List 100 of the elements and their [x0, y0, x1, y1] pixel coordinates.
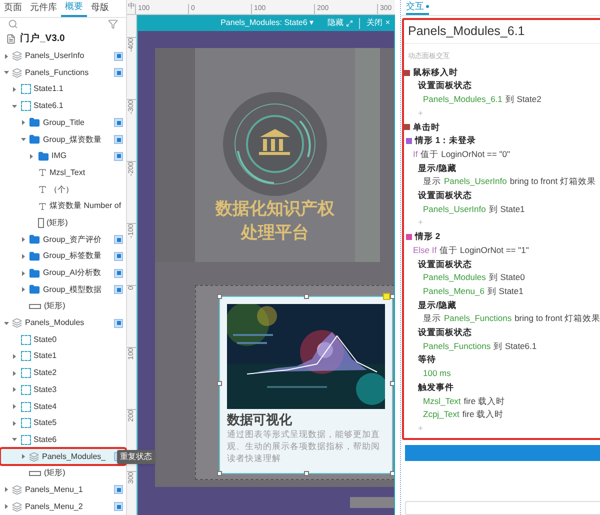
- caret-right-icon[interactable]: [20, 254, 26, 259]
- event-name[interactable]: 单击时: [413, 120, 440, 134]
- resize-handle[interactable]: [217, 294, 222, 299]
- tree-item[interactable]: State6: [0, 432, 126, 448]
- action-text: 到 State6.1: [494, 340, 537, 353]
- caret-right-icon[interactable]: [12, 86, 17, 92]
- resize-handle[interactable]: [390, 294, 394, 299]
- item-label: Group_AI分析数: [43, 267, 102, 280]
- resize-handle[interactable]: [390, 471, 394, 476]
- action-text: 值于 LoginOrNot == "0": [420, 148, 510, 161]
- condition-keyword: If: [413, 148, 418, 161]
- caret-down-icon[interactable]: [12, 104, 17, 109]
- tree-item[interactable]: Group_标签数量: [0, 248, 126, 265]
- event-name[interactable]: 鼠标移入时: [413, 66, 458, 80]
- item-label: State1: [34, 350, 57, 362]
- tree-item[interactable]: State2: [0, 364, 126, 382]
- tree-item[interactable]: Panels_UserInfo: [0, 48, 126, 64]
- item-label: (矩形): [46, 216, 68, 229]
- caret-right-icon[interactable]: [12, 370, 17, 376]
- caret-right-icon[interactable]: [12, 404, 17, 410]
- tree-item[interactable]: Group_资产评价: [0, 231, 126, 248]
- widget-name: Panels_Modules_6.1: [408, 24, 525, 38]
- tree-item[interactable]: Panels_Menu_1: [0, 482, 126, 498]
- filter-icon[interactable]: [108, 19, 118, 30]
- action-text: fire 载入时: [464, 394, 505, 408]
- panel-tab[interactable]: 页面: [0, 0, 26, 17]
- panel-tab[interactable]: 概要: [61, 0, 87, 17]
- input-field[interactable]: [405, 501, 600, 515]
- case-name[interactable]: 情形 1：未登录: [415, 134, 476, 148]
- target-name: Panels_Modules: [423, 271, 486, 284]
- item-label: State1.1: [34, 83, 64, 96]
- tree-item[interactable]: State6.1: [0, 98, 126, 114]
- tree-item[interactable]: State0: [0, 331, 126, 348]
- tree-item[interactable]: Group_AI分析数: [0, 264, 126, 282]
- tree-item[interactable]: (矩形): [0, 298, 126, 315]
- resize-handle[interactable]: [304, 471, 309, 476]
- action-title[interactable]: 显示/隐藏: [418, 162, 600, 176]
- tree-item[interactable]: IMG: [0, 148, 126, 165]
- item-label: （个）: [50, 184, 74, 196]
- resize-handle[interactable]: [217, 471, 222, 476]
- caret-right-icon[interactable]: [12, 420, 17, 426]
- tree-item[interactable]: Panels_Menu_2: [0, 498, 126, 515]
- tree-item[interactable]: State1: [0, 348, 126, 365]
- action-text: 到 State2: [505, 93, 542, 106]
- action-title[interactable]: 等待: [418, 353, 600, 368]
- action-bar[interactable]: [405, 444, 600, 462]
- caret-right-icon[interactable]: [12, 387, 17, 392]
- tree-item[interactable]: Panels_Functions: [0, 64, 126, 82]
- case-name[interactable]: 情形 2: [415, 230, 440, 244]
- caret-down-icon[interactable]: [4, 320, 8, 326]
- tree-item[interactable]: Group_模型数据: [0, 281, 126, 298]
- caret-right-icon[interactable]: [4, 487, 8, 492]
- dashed-square-icon: [20, 402, 30, 412]
- interaction-tab[interactable]: 交互: [406, 0, 429, 15]
- layers-icon: [12, 51, 22, 62]
- action-title[interactable]: 显示/隐藏: [418, 298, 600, 312]
- action-title[interactable]: 设置面板状态: [418, 326, 600, 340]
- caret-down-icon[interactable]: [20, 137, 26, 142]
- resize-handle[interactable]: [217, 381, 222, 386]
- search-icon[interactable]: [8, 19, 18, 30]
- card-title: 数据可视化: [227, 411, 293, 428]
- target-name: Mzsl_Text: [423, 394, 461, 408]
- module-card[interactable]: 数据可视化 通过图表等形式呈现数据，能够更加直观、生动的展示各项数据指标，帮助阅读者快速理解: [219, 296, 393, 474]
- tree-item[interactable]: （个）: [0, 181, 126, 198]
- item-label: IMG: [52, 150, 67, 162]
- tree-item[interactable]: 煤资数量 Number of: [0, 198, 126, 215]
- resize-handle[interactable]: [304, 294, 309, 299]
- tree-item[interactable]: State1.1: [0, 81, 126, 98]
- action-title[interactable]: 触发事件: [418, 380, 600, 395]
- caret-down-icon[interactable]: [12, 437, 17, 442]
- tree-item[interactable]: (矩形): [0, 464, 126, 482]
- caret-right-icon[interactable]: [20, 120, 26, 126]
- item-label: Panels_Modules: [25, 317, 84, 330]
- caret-right-icon[interactable]: [29, 154, 34, 159]
- page-title[interactable]: 门户_V3.0: [20, 32, 65, 47]
- panel-tab[interactable]: 母版: [87, 0, 113, 17]
- caret-right-icon[interactable]: [20, 287, 26, 292]
- tree-item[interactable]: (矩形): [0, 214, 126, 232]
- caret-right-icon[interactable]: [20, 270, 26, 276]
- tree-item[interactable]: Panels_Modules: [0, 314, 126, 332]
- caret-right-icon[interactable]: [4, 54, 8, 59]
- caret-right-icon[interactable]: [12, 354, 17, 359]
- action-title[interactable]: 设置面板状态: [418, 189, 600, 203]
- tree-item[interactable]: Group_Title: [0, 114, 126, 132]
- tree-item[interactable]: Mzsl_Text: [0, 164, 126, 182]
- folder-icon: [29, 117, 40, 128]
- tree-item[interactable]: State3: [0, 382, 126, 398]
- target-name: Panels_Functions: [423, 340, 491, 353]
- caret-down-icon[interactable]: [4, 70, 8, 76]
- resize-handle[interactable]: [390, 381, 394, 386]
- action-title[interactable]: 设置面板状态: [418, 79, 600, 94]
- caret-right-icon[interactable]: [20, 454, 26, 460]
- target-name: Panels_Menu_6: [423, 284, 484, 298]
- caret-right-icon[interactable]: [4, 504, 8, 510]
- caret-right-icon[interactable]: [20, 237, 26, 242]
- tree-item[interactable]: Group_煤资数量: [0, 131, 126, 148]
- tree-item[interactable]: State4: [0, 398, 126, 415]
- tree-item[interactable]: State5: [0, 414, 126, 432]
- panel-tab[interactable]: 元件库: [26, 0, 61, 17]
- action-title[interactable]: 设置面板状态: [418, 258, 600, 272]
